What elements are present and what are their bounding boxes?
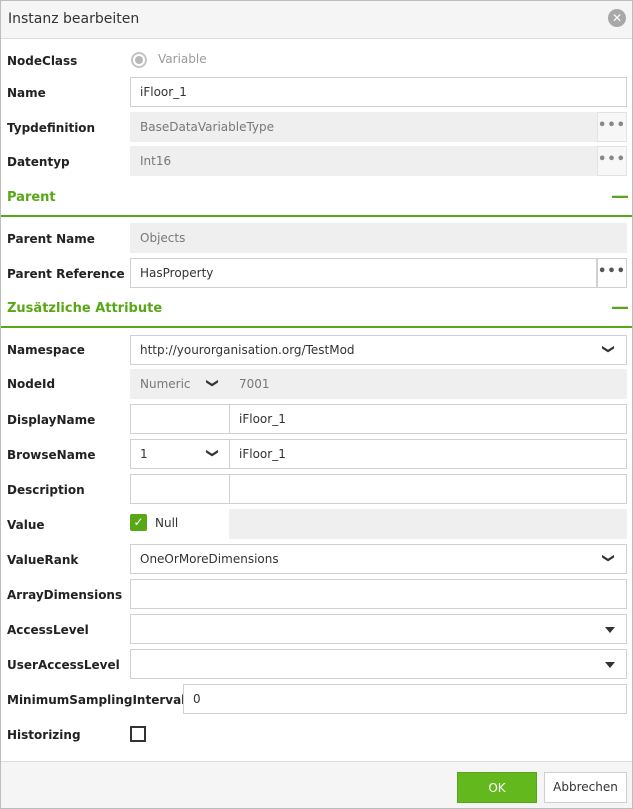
dialog-footer: OK Abbrechen — [1, 761, 632, 808]
cancel-button[interactable]: Abbrechen — [544, 772, 627, 803]
typedef-label: Typdefinition — [7, 121, 96, 135]
chevron-down-icon[interactable]: ❯ — [602, 553, 616, 563]
accesslevel-select[interactable] — [130, 614, 627, 644]
parent-reference-field[interactable]: HasProperty — [130, 258, 597, 288]
nodeid-type-value: Numeric — [140, 377, 191, 391]
displayname-input[interactable]: iFloor_1 — [229, 404, 627, 434]
browsename-namespace-value: 1 — [140, 447, 148, 461]
valuerank-value: OneOrMoreDimensions — [140, 552, 279, 566]
parent-name-field: Objects — [130, 223, 627, 253]
value-null-label: Null — [155, 516, 179, 530]
parent-reference-more-button[interactable]: ••• — [597, 258, 627, 288]
namespace-value: http://yourorganisation.org/TestMod — [140, 343, 355, 357]
useraccesslevel-select[interactable] — [130, 649, 627, 679]
chevron-down-icon[interactable]: ❯ — [206, 448, 220, 458]
name-label: Name — [7, 86, 46, 100]
parent-section-header[interactable]: Parent — — [1, 183, 632, 217]
accesslevel-label: AccessLevel — [7, 623, 89, 637]
caret-down-icon[interactable] — [605, 627, 615, 633]
chevron-down-icon[interactable]: ❯ — [602, 344, 616, 354]
dialog-titlebar: Instanz bearbeiten ✕ — [1, 1, 632, 39]
displayname-locale-input[interactable] — [130, 404, 230, 434]
historizing-checkbox[interactable] — [130, 726, 146, 742]
datatype-label: Datentyp — [7, 155, 70, 169]
namespace-label: Namespace — [7, 343, 85, 357]
chevron-down-icon[interactable]: ❯ — [206, 378, 220, 388]
parent-section-title: Parent — [7, 190, 56, 205]
arraydimensions-input[interactable] — [130, 579, 627, 609]
nodeclass-variable-radio[interactable] — [131, 52, 147, 68]
more-icon: ••• — [598, 264, 626, 279]
valuerank-label: ValueRank — [7, 553, 79, 567]
value-label: Value — [7, 518, 45, 532]
browsename-input[interactable]: iFloor_1 — [229, 439, 627, 469]
description-input[interactable] — [229, 474, 627, 504]
edit-instance-dialog: Instanz bearbeiten ✕ NodeClass Variable … — [0, 0, 633, 809]
parent-name-label: Parent Name — [7, 232, 95, 246]
dialog-title: Instanz bearbeiten — [8, 11, 140, 27]
caret-down-icon[interactable] — [605, 662, 615, 668]
minsampling-input[interactable]: 0 — [183, 684, 627, 714]
more-icon: ••• — [598, 118, 626, 133]
browsename-label: BrowseName — [7, 448, 96, 462]
displayname-label: DisplayName — [7, 413, 96, 427]
minus-icon[interactable]: — — [611, 297, 629, 318]
valuerank-select[interactable]: OneOrMoreDimensions — [130, 544, 627, 574]
attributes-section-header[interactable]: Zusätzliche Attribute — — [1, 294, 632, 328]
nodeid-value-field: 7001 — [229, 369, 627, 399]
description-locale-input[interactable] — [130, 474, 230, 504]
nodeclass-variable-label: Variable — [158, 52, 207, 66]
more-icon: ••• — [598, 152, 626, 167]
historizing-label: Historizing — [7, 728, 81, 742]
datatype-more-button[interactable]: ••• — [597, 146, 627, 176]
attributes-section-title: Zusätzliche Attribute — [7, 301, 163, 316]
arraydimensions-label: ArrayDimensions — [7, 588, 123, 602]
minsampling-label: MinimumSamplingInterval — [7, 693, 186, 707]
value-null-checkbox[interactable]: ✓ — [130, 514, 147, 531]
close-icon[interactable]: ✕ — [608, 9, 626, 27]
check-icon: ✓ — [133, 515, 144, 529]
ok-button[interactable]: OK — [457, 772, 537, 803]
datatype-field: Int16 — [130, 146, 597, 176]
typedef-field: BaseDataVariableType — [130, 112, 597, 142]
description-label: Description — [7, 483, 85, 497]
typedef-more-button[interactable]: ••• — [597, 112, 627, 142]
minus-icon[interactable]: — — [611, 186, 629, 207]
nodeclass-label: NodeClass — [7, 54, 78, 68]
parent-reference-label: Parent Reference — [7, 267, 125, 281]
name-input[interactable]: iFloor_1 — [130, 77, 627, 107]
namespace-select[interactable]: http://yourorganisation.org/TestMod — [130, 335, 627, 365]
useraccesslevel-label: UserAccessLevel — [7, 658, 120, 672]
nodeid-label: NodeId — [7, 377, 56, 391]
value-input — [229, 509, 627, 539]
